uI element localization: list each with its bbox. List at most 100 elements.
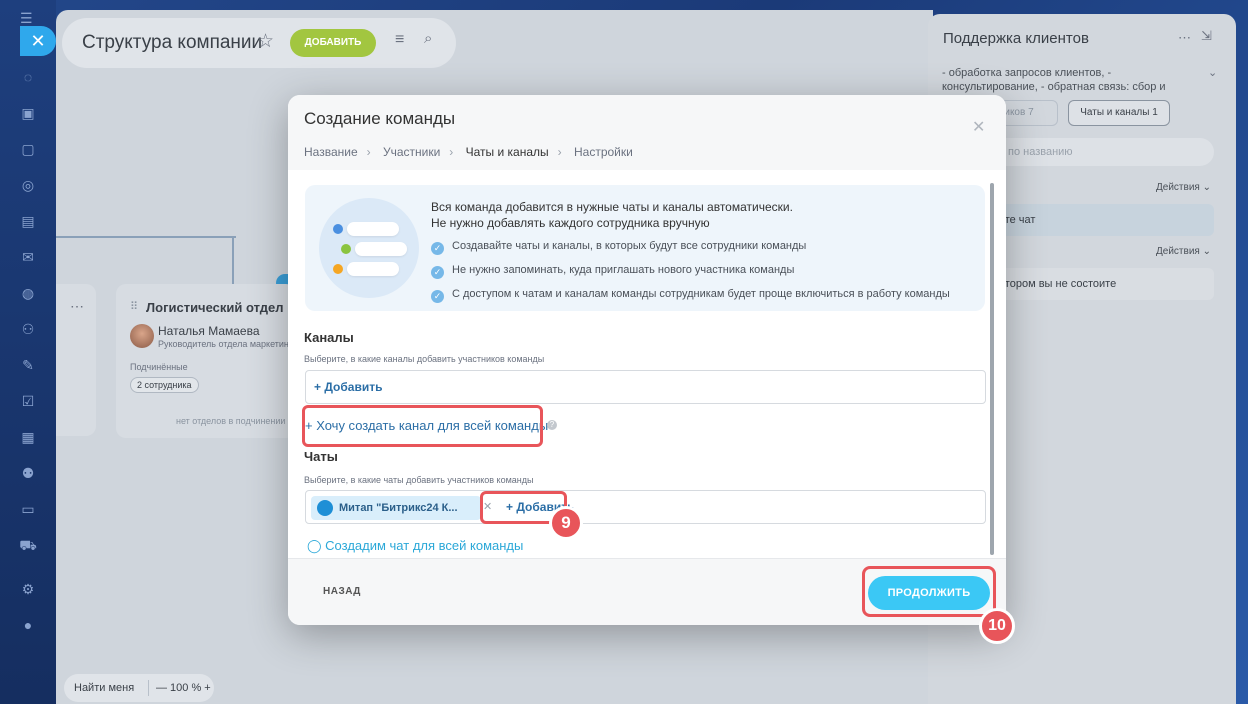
- benefit-item: ✓ С доступом к чатам и каналам команды со…: [431, 288, 950, 303]
- docs-icon[interactable]: ▤: [19, 212, 37, 230]
- structure-header: Структура компании ☆ ДОБАВИТЬ ≡ ⌕: [62, 18, 456, 68]
- cart-icon[interactable]: ⛟: [19, 536, 37, 554]
- zoom-control[interactable]: — 100 % +: [156, 682, 211, 694]
- close-button[interactable]: ✕: [20, 26, 56, 56]
- check-circle-icon: ✓: [431, 290, 444, 303]
- user-icon[interactable]: ●: [19, 616, 37, 634]
- crumb-name[interactable]: Название: [304, 145, 358, 159]
- find-me-button[interactable]: Найти меня: [74, 682, 134, 694]
- create-team-dialog: Создание команды ✕ Название › Участники › …: [288, 95, 1015, 644]
- drive-icon[interactable]: ◎: [19, 176, 37, 194]
- scrollbar[interactable]: [990, 183, 994, 555]
- benefit-item: ✓ Создавайте чаты и каналы, в которых буд…: [431, 240, 806, 255]
- no-departments-text: нет отделов в подчинении: [176, 416, 286, 426]
- mail-icon[interactable]: ✉: [19, 248, 37, 266]
- chip-label: Митап "Битрикс24 К...: [339, 502, 458, 514]
- step-10-badge: 10: [979, 608, 1015, 644]
- chevron-right-icon: ›: [366, 145, 371, 159]
- bubble: [347, 222, 399, 236]
- crumb-chats-channels[interactable]: Чаты и каналы: [466, 145, 549, 159]
- tab-count: 7: [1028, 107, 1034, 118]
- actions-dropdown[interactable]: Действия ⌄: [1156, 182, 1211, 193]
- bubble: [347, 262, 399, 276]
- close-icon[interactable]: ✕: [972, 117, 985, 137]
- settings-icon[interactable]: ⚙: [19, 580, 37, 598]
- benefit-text: Не нужно запоминать, куда приглашать нов…: [452, 264, 795, 276]
- chevron-down-icon[interactable]: ⌄: [1208, 66, 1217, 79]
- connector-line: [56, 236, 236, 238]
- left-sidebar: ☰ ✕ ◌ ▣ ▢ ◎ ▤ ✉ ◍ ⚇ ✎ ☑ ▦ ⚉ ▭ ⛟ ⚙ ●: [0, 0, 56, 704]
- chats-illustration: [319, 198, 419, 298]
- info-line: Вся команда добавится в нужные чаты и ка…: [431, 200, 793, 214]
- department-title: Логистический отдел: [146, 300, 284, 315]
- chat-icon[interactable]: ◌: [19, 68, 37, 86]
- actions-label: Действия: [1156, 246, 1200, 257]
- chat-chip[interactable]: Митап "Битрикс24 К...: [311, 496, 481, 520]
- divider: [148, 680, 149, 696]
- drag-handle-icon[interactable]: ⠿: [130, 300, 138, 313]
- tab-count: 1: [1152, 107, 1158, 118]
- channels-label: Каналы: [304, 330, 354, 345]
- burger-icon[interactable]: ☰: [20, 10, 33, 27]
- card-icon[interactable]: ▭: [19, 500, 37, 518]
- benefit-text: С доступом к чатам и каналам команды сот…: [452, 288, 950, 300]
- page-title: Структура компании: [82, 32, 263, 53]
- department-card[interactable]: ⠿ Логистический отдел Наталья Мамаева Ру…: [116, 284, 296, 438]
- note-text: Создадим чат для всей команды: [325, 538, 524, 553]
- crumb-settings[interactable]: Настройки: [574, 145, 633, 159]
- dot: [333, 264, 343, 274]
- collapse-icon[interactable]: ⇲: [1201, 28, 1212, 44]
- chat-created-note: ◯ Создадим чат для всей команды: [307, 538, 524, 553]
- avatar[interactable]: [130, 324, 154, 348]
- chat-icon: [317, 500, 333, 516]
- dot: [333, 224, 343, 234]
- more-icon[interactable]: ⋯: [70, 298, 84, 315]
- breadcrumb: Название › Участники › Чаты и каналы › Наст…: [304, 145, 637, 159]
- highlight-frame: [302, 405, 543, 447]
- bubble: [355, 242, 407, 256]
- chevron-right-icon: ›: [557, 145, 562, 159]
- chats-label: Чаты: [304, 449, 338, 464]
- team-icon[interactable]: ⚉: [19, 464, 37, 482]
- benefit-text: Создавайте чаты и каналы, в которых буду…: [452, 240, 807, 252]
- actions-label: Действия: [1156, 182, 1200, 193]
- dialog-header: Создание команды ✕ Название › Участники › …: [288, 95, 1006, 170]
- tab-chats-channels[interactable]: Чаты и каналы 1: [1068, 100, 1170, 126]
- step-9-badge: 9: [549, 506, 583, 540]
- dot: [341, 244, 351, 254]
- crm-icon[interactable]: ◍: [19, 284, 37, 302]
- chevron-right-icon: ›: [449, 145, 454, 159]
- calendar-icon[interactable]: ▦: [19, 428, 37, 446]
- people-icon[interactable]: ⚇: [19, 320, 37, 338]
- menu-icon[interactable]: ≡: [395, 31, 404, 49]
- search-icon[interactable]: ⌕: [424, 30, 432, 47]
- head-name[interactable]: Наталья Мамаева: [158, 324, 260, 338]
- tasks-icon[interactable]: ▣: [19, 104, 37, 122]
- messages-icon[interactable]: ▢: [19, 140, 37, 158]
- crumb-members[interactable]: Участники: [383, 145, 440, 159]
- subordinates-badge[interactable]: 2 сотрудника: [130, 377, 199, 393]
- back-button[interactable]: НАЗАД: [323, 586, 361, 597]
- add-channel-button[interactable]: + Добавить: [314, 380, 382, 394]
- chats-field[interactable]: Митап "Битрикс24 К... ✕ + Добавить: [305, 490, 986, 524]
- pen-icon[interactable]: ✎: [19, 356, 37, 374]
- connector-line-vertical: [232, 236, 234, 284]
- more-icon[interactable]: ⋯: [1178, 30, 1191, 46]
- info-line: Не нужно добавлять каждого сотрудника вр…: [431, 216, 710, 230]
- subordinates-label: Подчинённые: [130, 362, 188, 372]
- panel-title: Поддержка клиентов: [943, 30, 1089, 47]
- check-circle-icon: ✓: [431, 242, 444, 255]
- star-icon[interactable]: ☆: [257, 30, 274, 53]
- check-circle-icon: ✓: [431, 266, 444, 279]
- dialog-title: Создание команды: [304, 109, 456, 128]
- channels-field[interactable]: + Добавить: [305, 370, 986, 404]
- add-button[interactable]: ДОБАВИТЬ: [290, 29, 376, 57]
- zoom-bar: Найти меня — 100 % +: [64, 674, 214, 702]
- check-icon[interactable]: ☑: [19, 392, 37, 410]
- benefit-item: ✓ Не нужно запоминать, куда приглашать но…: [431, 264, 794, 279]
- channels-hint: Выберите, в какие каналы добавить участн…: [304, 354, 545, 364]
- team-description: - обработка запросов клиентов, - консуль…: [942, 67, 1166, 93]
- actions-dropdown[interactable]: Действия ⌄: [1156, 246, 1211, 257]
- help-icon[interactable]: ?: [547, 420, 557, 430]
- highlight-frame: [862, 566, 996, 617]
